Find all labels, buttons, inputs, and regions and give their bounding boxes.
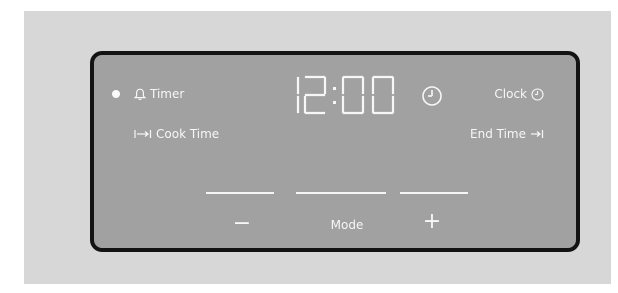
clock-label: Clock	[494, 87, 527, 101]
end-time-label: End Time	[470, 127, 526, 141]
clock-button[interactable]: Clock	[494, 87, 544, 101]
mode-label: Mode	[330, 218, 364, 232]
oven-control-frame: Timer Cook Time Clock End Time − Mode +	[24, 11, 611, 284]
indicator-dot-icon	[112, 90, 120, 98]
minus-label: −	[232, 211, 252, 236]
timer-label: Timer	[150, 87, 185, 101]
cook-time-arrow-icon	[134, 129, 152, 139]
plus-button-bar	[400, 192, 468, 194]
end-time-arrow-icon	[530, 129, 544, 139]
mode-button-bar	[296, 192, 386, 194]
plus-label: +	[422, 209, 442, 234]
cook-time-label: Cook Time	[156, 127, 220, 141]
time-display-digits	[296, 75, 395, 115]
timer-button[interactable]: Timer	[134, 87, 184, 101]
clock-icon	[531, 87, 544, 101]
clock-icon	[421, 85, 443, 111]
time-display	[292, 75, 398, 115]
bell-icon	[134, 88, 146, 101]
minus-button-bar	[206, 192, 274, 194]
cook-time-button[interactable]: Cook Time	[134, 127, 219, 141]
end-time-button[interactable]: End Time	[470, 127, 544, 141]
oven-control-panel: Timer Cook Time Clock End Time − Mode +	[90, 51, 580, 252]
